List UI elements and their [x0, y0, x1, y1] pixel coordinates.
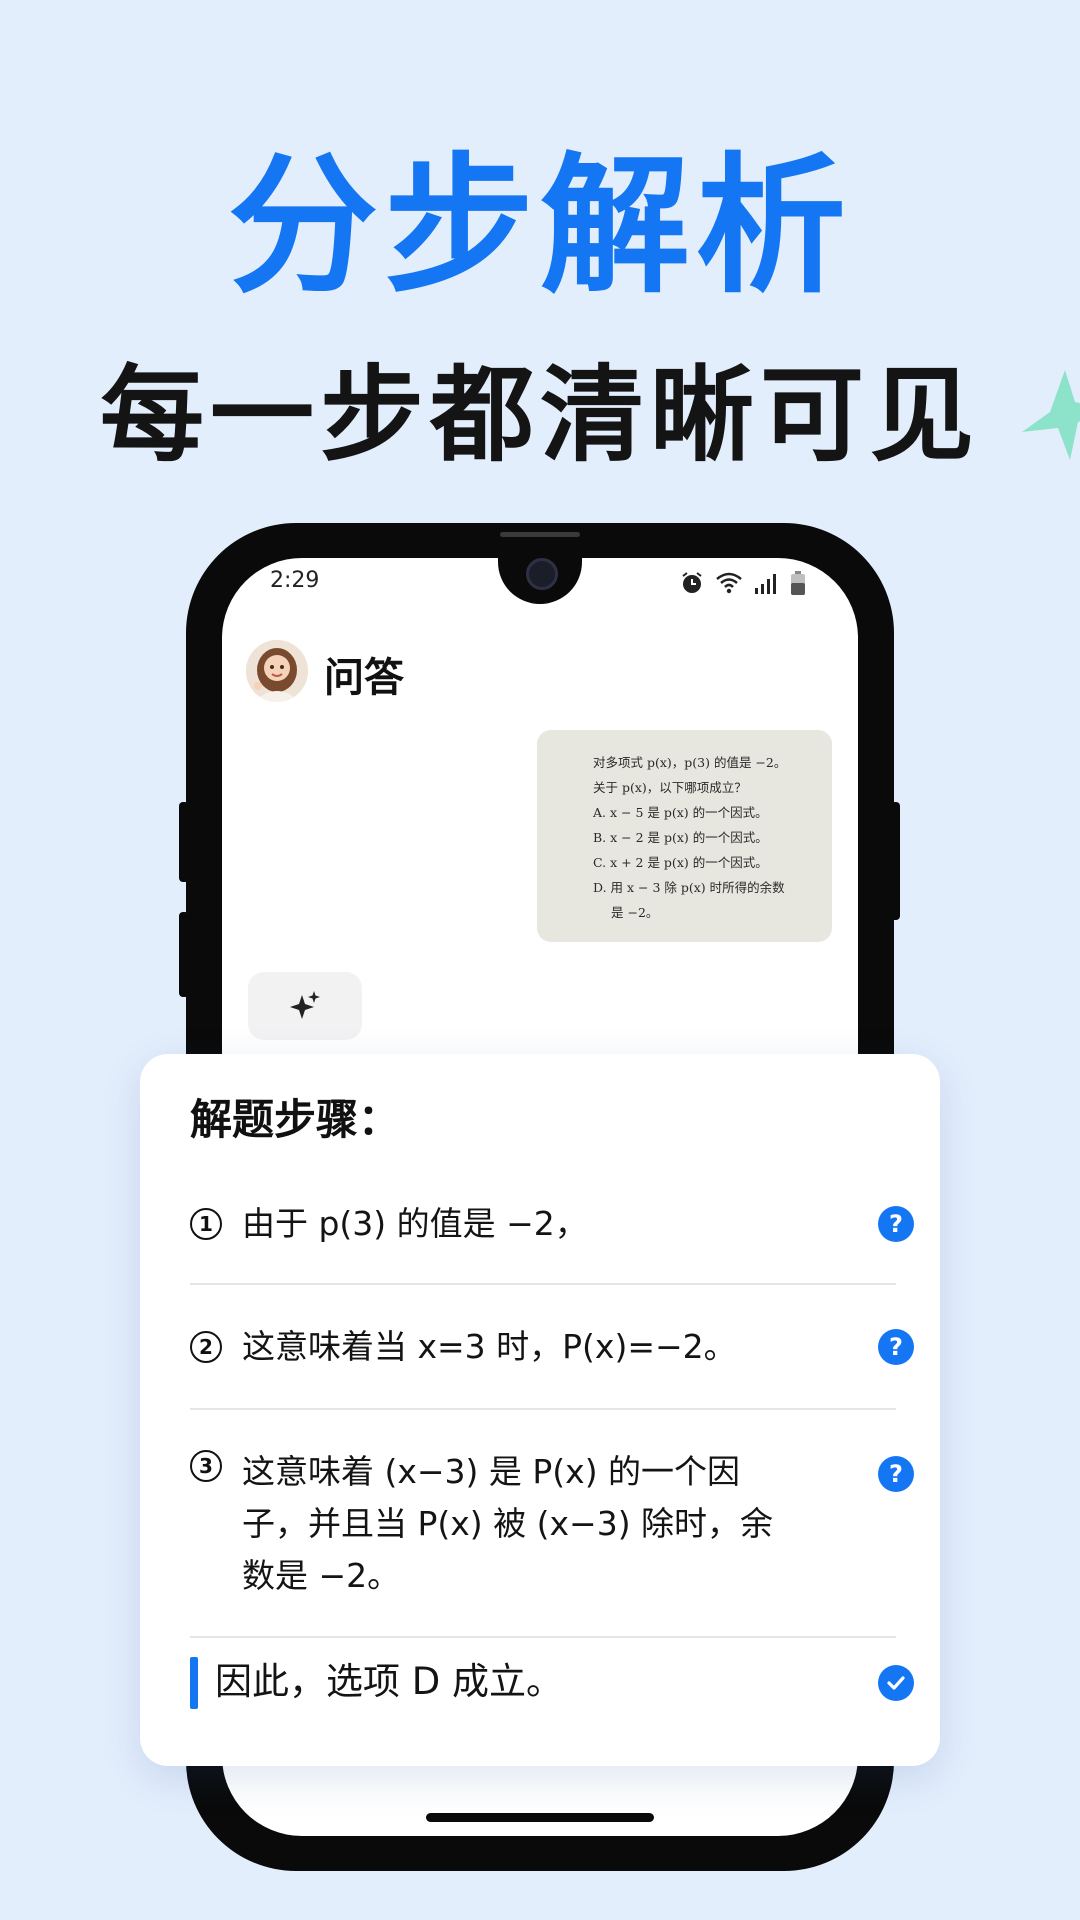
steps-title: 解题步骤：	[190, 1095, 401, 1144]
chat-title: 问答	[324, 655, 404, 701]
status-icons	[680, 568, 806, 598]
conclusion-accent-bar	[190, 1657, 198, 1709]
question-option-a: A. x − 5 是 p(x) 的一个因式。	[593, 805, 768, 820]
ai-answer-button[interactable]	[248, 972, 362, 1040]
check-circle-icon[interactable]	[878, 1665, 914, 1701]
question-image[interactable]: 对多项式 p(x)，p(3) 的值是 −2。 关于 p(x)，以下哪项成立？ A…	[537, 730, 832, 942]
question-option-d: D. 用 x − 3 除 p(x) 时所得的余数	[593, 880, 785, 895]
question-circle-icon[interactable]: ?	[878, 1206, 914, 1242]
step-number: 1	[190, 1208, 222, 1240]
question-line: 关于 p(x)，以下哪项成立？	[593, 780, 747, 795]
wifi-icon	[716, 572, 742, 594]
step-text: 由于 p(3) 的值是 −2，	[242, 1204, 588, 1243]
step-item: 3 这意味着 (x−3) 是 P(x) 的一个因子，并且当 P(x) 被 (x−…	[190, 1446, 914, 1602]
question-option-b: B. x − 2 是 p(x) 的一个因式。	[593, 830, 768, 845]
status-time: 2:29	[270, 568, 320, 593]
home-indicator[interactable]	[426, 1813, 654, 1822]
signal-icon	[755, 574, 776, 594]
question-line: 对多项式 p(x)，p(3) 的值是 −2。	[593, 755, 787, 770]
divider	[190, 1283, 896, 1285]
question-option-c: C. x + 2 是 p(x) 的一个因式。	[593, 855, 768, 870]
question-option-d-cont: 是 −2。	[611, 905, 659, 920]
avatar[interactable]	[246, 640, 308, 702]
step-item: 2 这意味着当 x=3 时，P(x)=−2。 ?	[190, 1321, 914, 1373]
phone-speaker	[500, 532, 580, 537]
battery-icon	[791, 571, 805, 595]
sparkle-icon	[290, 991, 320, 1019]
camera-icon	[526, 558, 558, 590]
step-item: 1 由于 p(3) 的值是 −2， ?	[190, 1198, 914, 1250]
step-number: 3	[190, 1450, 222, 1482]
question-circle-icon[interactable]: ?	[878, 1456, 914, 1492]
divider	[190, 1408, 896, 1410]
conclusion-text: 因此，选项 D 成立。	[215, 1660, 564, 1703]
step-number: 2	[190, 1331, 222, 1363]
step-text: 这意味着当 x=3 时，P(x)=−2。	[242, 1327, 737, 1366]
divider	[190, 1636, 896, 1638]
headline-title: 分步解析	[227, 140, 852, 314]
headline-subtitle: 每一步都清晰可见	[99, 354, 980, 476]
sparkle-decoration-icon	[1022, 370, 1080, 460]
step-text: 这意味着 (x−3) 是 P(x) 的一个因子，并且当 P(x) 被 (x−3)…	[242, 1452, 774, 1595]
question-circle-icon[interactable]: ?	[878, 1329, 914, 1365]
alarm-icon	[682, 572, 702, 593]
